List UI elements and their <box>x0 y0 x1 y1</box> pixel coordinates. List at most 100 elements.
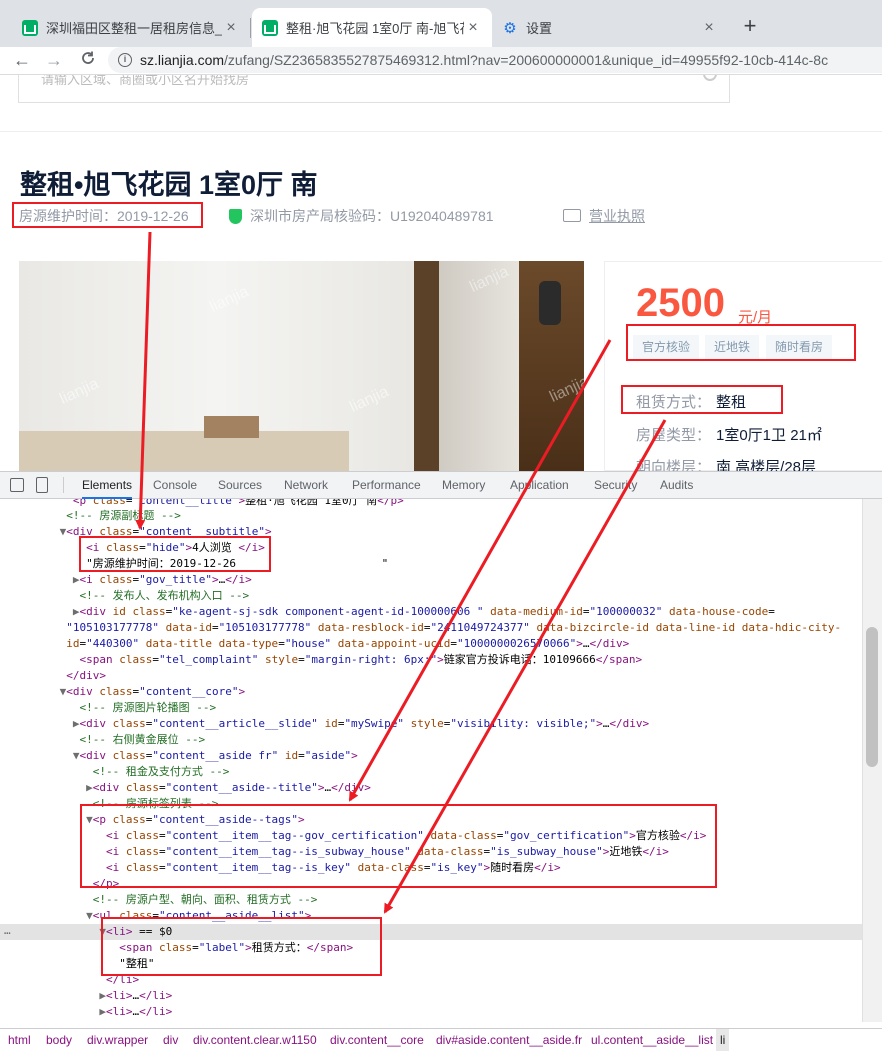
dom-line[interactable]: </li> <box>0 972 862 988</box>
bed <box>19 431 349 471</box>
address-bar[interactable]: i sz.lianjia.com/zufang/SZ23658355278754… <box>108 47 882 73</box>
tab-settings[interactable]: ⚙ 设置 × <box>492 8 728 47</box>
breadcrumb-item[interactable]: div.wrapper <box>87 1029 148 1051</box>
tab-sources[interactable]: Sources <box>218 472 262 499</box>
breadcrumb-item[interactable]: div.content.clear.w1150 <box>193 1029 317 1051</box>
breadcrumb-item-current[interactable]: li <box>716 1029 730 1051</box>
tag-subway-house: 近地铁 <box>705 335 760 359</box>
tag-gov-certification: 官方核验 <box>633 335 700 359</box>
lease-type-value: 整租 <box>716 394 747 411</box>
shield-icon <box>229 209 242 224</box>
orientation-floor-value: 南 高楼层/28层 <box>716 459 817 471</box>
tab-network[interactable]: Network <box>284 472 328 499</box>
dom-line[interactable]: <!-- 右侧黄金展位 --> <box>0 732 862 748</box>
scrollbar[interactable] <box>862 499 882 1022</box>
dom-line[interactable]: ▼<p class="content__aside--tags"> <box>0 812 862 828</box>
devtools-panel: Elements Console Sources Network Perform… <box>0 471 882 1051</box>
dom-line[interactable]: ▼<div class="content__aside fr" id="asid… <box>0 748 862 764</box>
door-frame <box>414 261 439 471</box>
tab-application[interactable]: Application <box>510 472 569 499</box>
dom-line[interactable]: <span class="label">租赁方式：</span> <box>0 940 862 956</box>
dom-line[interactable]: </p> <box>0 876 862 892</box>
business-license-link[interactable]: 营业执照 <box>589 206 645 226</box>
price: 2500 <box>636 281 725 325</box>
dom-line[interactable]: ▶<li>…</li> <box>0 1004 862 1020</box>
dom-line[interactable]: <!-- 租金及支付方式 --> <box>0 764 862 780</box>
tab-listing-search[interactable]: 深圳福田区整租一居租房信息_深 × <box>12 8 250 47</box>
maintenance-time: 房源维护时间：2019-12-26 <box>19 208 189 224</box>
tab-console[interactable]: Console <box>153 472 197 499</box>
tab-memory[interactable]: Memory <box>442 472 485 499</box>
tab-audits[interactable]: Audits <box>660 472 693 499</box>
tab-elements[interactable]: Elements <box>82 472 133 499</box>
page-title: 整租•旭飞花园 1室0厅 南 <box>20 170 318 200</box>
lianjia-house-icon <box>22 19 38 36</box>
breadcrumb-item[interactable]: div <box>163 1029 178 1051</box>
dom-line[interactable]: ▶<li>…</li> <box>0 988 862 1004</box>
watermark: lianjia <box>347 383 392 416</box>
tab-title: 整租·旭飞花园 1室0厅 南-旭飞花 <box>286 21 464 36</box>
web-page: 请输入区域、商圈或小区名开始找房 整租•旭飞花园 1室0厅 南 房源维护时间：2… <box>0 75 882 471</box>
url-text: sz.lianjia.com/zufang/SZ2365835527875469… <box>140 52 829 68</box>
dom-line-selected[interactable]: ▼<li> == $0 <box>0 924 862 940</box>
dom-line[interactable]: <!-- 房源副标题 --> <box>0 508 862 524</box>
close-icon[interactable]: × <box>700 19 718 37</box>
dom-line[interactable]: id="440300" data-title data-type="house"… <box>0 636 862 652</box>
dom-line[interactable]: <!-- 房源图片轮播图 --> <box>0 700 862 716</box>
house-type-value: 1室0厅1卫 21㎡ <box>716 427 822 444</box>
dom-line[interactable]: </div> <box>0 668 862 684</box>
reload-button[interactable] <box>76 49 100 71</box>
browser-toolbar: ← → i sz.lianjia.com/zufang/SZ2365835527… <box>0 47 882 75</box>
devtools-tab-bar: Elements Console Sources Network Perform… <box>0 472 882 499</box>
more-options-icon[interactable]: … <box>4 924 11 937</box>
tab-performance[interactable]: Performance <box>352 472 421 499</box>
dom-line[interactable]: <i class="content__item__tag--is_subway_… <box>0 844 862 860</box>
dom-line[interactable]: <i class="content__item__tag--gov_certif… <box>0 828 862 844</box>
tag-is-key: 随时看房 <box>766 335 833 359</box>
lianjia-house-icon <box>262 19 278 36</box>
dom-line[interactable]: ▶<div id class="ke-agent-sj-sdk componen… <box>0 604 862 620</box>
dom-line[interactable]: ▶<i class="gov_title">…</i> <box>0 572 862 588</box>
close-icon[interactable]: × <box>222 19 240 37</box>
gear-icon: ⚙ <box>503 19 517 37</box>
listing-photo[interactable]: lianjia lianjia lianjia lianjia lianjia <box>19 261 584 471</box>
forward-button[interactable]: → <box>42 49 66 71</box>
scrollbar-thumb[interactable] <box>866 627 878 767</box>
divider <box>0 131 882 132</box>
dom-line[interactable]: <span class="tel_complaint" style="margi… <box>0 652 862 668</box>
search-input[interactable]: 请输入区域、商圈或小区名开始找房 <box>18 75 730 103</box>
tab-separator <box>250 18 251 38</box>
dom-line[interactable]: <!-- 发布人、发布机构入口 --> <box>0 588 862 604</box>
dom-line[interactable]: "105103177778" data-id="105103177778" da… <box>0 620 862 636</box>
tab-title: 深圳福田区整租一居租房信息_深 <box>46 21 222 36</box>
new-tab-button[interactable]: + <box>738 13 762 39</box>
device-toolbar-icon[interactable] <box>36 477 48 493</box>
dom-line[interactable]: ▼<div class="content__core"> <box>0 684 862 700</box>
dom-line[interactable]: ▼<div class="content__subtitle"> <box>0 524 862 540</box>
dom-line[interactable]: ▶<div class="content__aside--title">…</d… <box>0 780 862 796</box>
tab-title: 设置 <box>526 21 553 36</box>
dom-line[interactable]: "整租" <box>0 956 862 972</box>
breadcrumb-item[interactable]: div#aside.content__aside.fr <box>436 1029 582 1051</box>
dom-line[interactable]: <i class="hide">4人浏览 </i> <box>0 540 862 556</box>
dom-line[interactable]: </ul> <box>0 1020 862 1022</box>
dom-line[interactable]: ▶<div class="content__article__slide" id… <box>0 716 862 732</box>
price-unit: 元/月 <box>738 309 773 326</box>
breadcrumb-item[interactable]: ul.content__aside__list <box>591 1029 713 1051</box>
close-icon[interactable]: × <box>464 19 482 37</box>
breadcrumb-item[interactable]: html <box>8 1029 31 1051</box>
back-button[interactable]: ← <box>10 49 34 71</box>
tab-listing-detail[interactable]: 整租·旭飞花园 1室0厅 南-旭飞花 × <box>252 8 492 47</box>
inspect-element-icon[interactable] <box>10 478 24 492</box>
dom-line[interactable]: <!-- 房源户型、朝向、面积、租赁方式 --> <box>0 892 862 908</box>
breadcrumb-item[interactable]: body <box>46 1029 72 1051</box>
dom-tree[interactable]: <p class="content__title">整租·旭飞花园 1室0厅 南… <box>0 499 862 1022</box>
search-icon[interactable] <box>703 75 717 81</box>
dom-line[interactable]: <!-- 房源标签列表 --> <box>0 796 862 812</box>
breadcrumb-item[interactable]: div.content__core <box>330 1029 424 1051</box>
dom-line[interactable]: ▼<ul class="content__aside__list"> <box>0 908 862 924</box>
dom-line[interactable]: "房源维护时间：2019-12-26 " <box>0 556 862 572</box>
tab-security[interactable]: Security <box>594 472 637 499</box>
info-icon[interactable]: i <box>118 53 132 67</box>
dom-line[interactable]: <i class="content__item__tag--is_key" da… <box>0 860 862 876</box>
